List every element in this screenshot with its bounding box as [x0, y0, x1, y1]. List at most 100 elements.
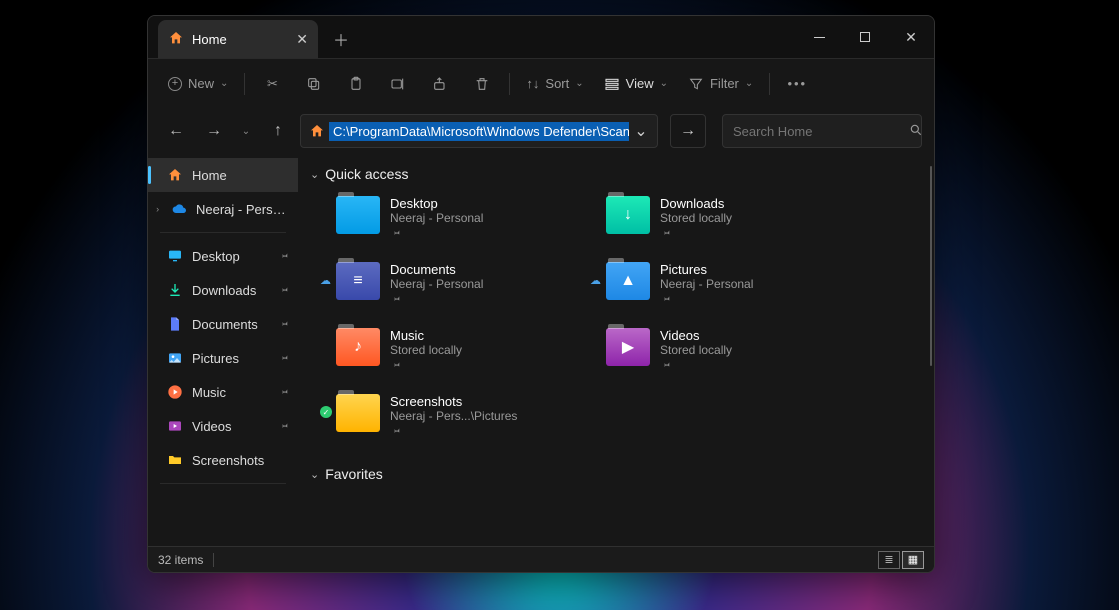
new-tab-button[interactable]: ＋	[324, 22, 358, 56]
arrow-right-icon: →	[680, 122, 696, 140]
more-button[interactable]: •••	[778, 67, 816, 101]
chevron-down-icon: ⌄	[242, 126, 250, 137]
go-button[interactable]: →	[670, 114, 706, 148]
paste-icon	[348, 76, 364, 92]
section-quick-access[interactable]: ⌄ Quick access	[306, 166, 918, 182]
cloud-badge-icon: ☁	[320, 274, 331, 287]
quick-access-music[interactable]: ♪ Music Stored locally	[336, 328, 596, 372]
new-button[interactable]: + New ⌄	[160, 67, 236, 101]
pin-icon	[275, 418, 291, 434]
forward-icon: →	[206, 122, 222, 140]
tiles-icon: ▦	[908, 553, 918, 566]
copy-icon	[306, 76, 322, 92]
folder-icon: ♪	[336, 328, 380, 366]
sidebar-item-onedrive[interactable]: › Neeraj - Personal	[148, 192, 298, 226]
download-icon	[166, 281, 184, 299]
folder-icon	[166, 451, 184, 469]
cut-button[interactable]: ✂	[253, 67, 291, 101]
address-text[interactable]: C:\ProgramData\Microsoft\Windows Defende…	[329, 122, 629, 141]
item-title: Downloads	[660, 196, 732, 211]
copy-button[interactable]	[295, 67, 333, 101]
address-bar[interactable]: C:\ProgramData\Microsoft\Windows Defende…	[300, 114, 658, 148]
file-explorer-window: Home ✕ ＋ ✕ + New ⌄ ✂	[147, 15, 935, 573]
section-favorites[interactable]: ⌄ Favorites	[306, 466, 918, 482]
chevron-right-icon[interactable]: ›	[152, 204, 163, 214]
desktop-icon	[166, 247, 184, 265]
section-title: Quick access	[325, 166, 408, 182]
delete-button[interactable]	[463, 67, 501, 101]
body: Home › Neeraj - Personal Desktop Downloa…	[148, 154, 934, 546]
video-icon	[166, 417, 184, 435]
folder-icon: ✓	[336, 394, 380, 432]
quick-access-screenshots[interactable]: ✓ Screenshots Neeraj - Pers...\Pictures	[336, 394, 596, 438]
pin-icon	[387, 357, 403, 373]
item-title: Screenshots	[390, 394, 517, 409]
sidebar-item-music[interactable]: Music	[148, 375, 298, 409]
recent-dropdown[interactable]: ⌄	[236, 115, 256, 147]
sort-button[interactable]: ↑↓ Sort ⌄	[518, 67, 591, 101]
quick-access-desktop[interactable]: Desktop Neeraj - Personal	[336, 196, 596, 240]
details-view-button[interactable]: ≣	[878, 551, 900, 569]
back-icon: ←	[168, 122, 184, 140]
forward-button[interactable]: →	[198, 115, 230, 147]
scroll-thumb[interactable]	[930, 166, 932, 366]
item-count: 32 items	[158, 553, 203, 567]
quick-access-videos[interactable]: ▶ Videos Stored locally	[606, 328, 866, 372]
item-title: Music	[390, 328, 462, 343]
sidebar-item-desktop[interactable]: Desktop	[148, 239, 298, 273]
maximize-button[interactable]	[842, 16, 888, 58]
sidebar-item-screenshots[interactable]: Screenshots	[148, 443, 298, 477]
scrollbar[interactable]	[926, 166, 934, 506]
item-subtitle: Stored locally	[660, 343, 732, 357]
tab-home[interactable]: Home ✕	[158, 20, 318, 58]
sidebar-item-documents[interactable]: Documents	[148, 307, 298, 341]
titlebar: Home ✕ ＋ ✕	[148, 16, 934, 58]
chevron-down-icon: ⌄	[310, 168, 319, 181]
sidebar-item-pictures[interactable]: Pictures	[148, 341, 298, 375]
paste-button[interactable]	[337, 67, 375, 101]
tab-title: Home	[192, 32, 227, 47]
quick-access-pictures[interactable]: ☁ ▲ Pictures Neeraj - Personal	[606, 262, 866, 306]
tiles-view-button[interactable]: ▦	[902, 551, 924, 569]
search-icon	[909, 123, 923, 140]
new-label: New	[188, 76, 214, 91]
item-subtitle: Neeraj - Pers...\Pictures	[390, 409, 517, 423]
search-input[interactable]	[733, 124, 909, 139]
chevron-down-icon[interactable]: ⌄	[629, 121, 653, 141]
minimize-button[interactable]	[796, 16, 842, 58]
document-icon	[166, 315, 184, 333]
sidebar-item-home[interactable]: Home	[148, 158, 298, 192]
view-label: View	[626, 76, 654, 91]
filter-button[interactable]: Filter ⌄	[680, 67, 761, 101]
view-button[interactable]: View ⌄	[596, 67, 676, 101]
rename-button[interactable]	[379, 67, 417, 101]
sidebar-divider	[160, 232, 286, 233]
share-button[interactable]	[421, 67, 459, 101]
item-title: Videos	[660, 328, 732, 343]
pin-icon	[387, 291, 403, 307]
picture-icon	[166, 349, 184, 367]
close-tab-icon[interactable]: ✕	[296, 31, 308, 48]
search-box[interactable]	[722, 114, 922, 148]
view-icon	[604, 76, 620, 92]
pin-icon	[275, 350, 291, 366]
quick-access-downloads[interactable]: ↓ Downloads Stored locally	[606, 196, 866, 240]
sidebar-item-videos[interactable]: Videos	[148, 409, 298, 443]
sort-label: Sort	[545, 76, 569, 91]
pin-icon	[657, 357, 673, 373]
item-subtitle: Stored locally	[390, 343, 462, 357]
sort-icon: ↑↓	[526, 76, 539, 91]
sidebar-item-label: Videos	[192, 419, 232, 434]
sidebar-item-downloads[interactable]: Downloads	[148, 273, 298, 307]
chevron-down-icon: ⌄	[745, 78, 753, 89]
home-icon	[166, 166, 184, 184]
pin-icon	[387, 225, 403, 241]
pin-icon	[657, 291, 673, 307]
delete-icon	[474, 76, 490, 92]
quick-access-documents[interactable]: ☁ ≡ Documents Neeraj - Personal	[336, 262, 596, 306]
close-window-button[interactable]: ✕	[888, 16, 934, 58]
up-button[interactable]: ↑	[262, 115, 294, 147]
folder-icon	[336, 196, 380, 234]
back-button[interactable]: ←	[160, 115, 192, 147]
pin-icon	[275, 248, 291, 264]
